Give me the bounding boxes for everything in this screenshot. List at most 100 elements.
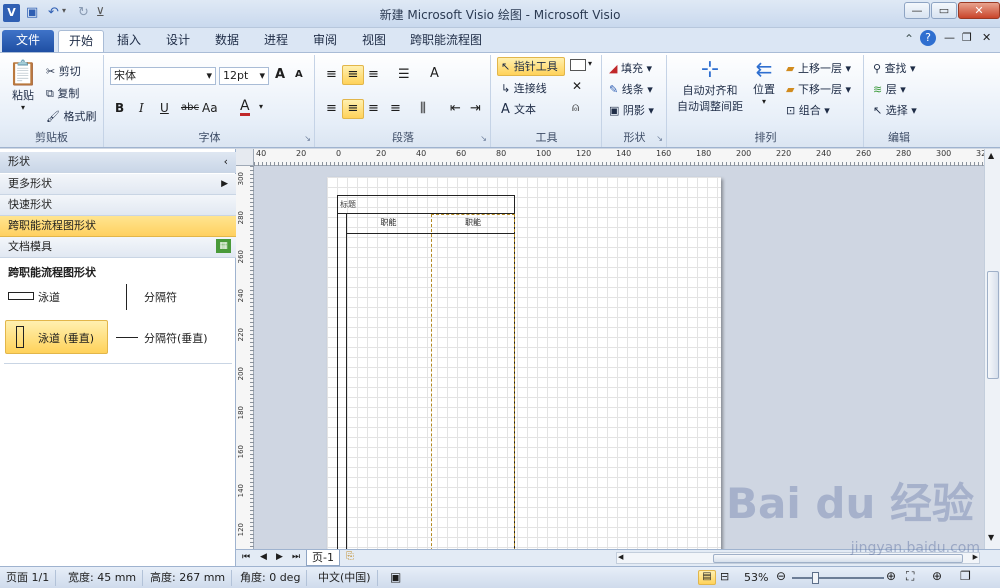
connector-button[interactable]: ↳ 连接线: [501, 80, 547, 96]
next-page-icon[interactable]: ▶: [276, 552, 283, 562]
position-button[interactable]: ⇇ 位置 ▾: [750, 57, 778, 106]
collapse-ribbon-icon[interactable]: ⌃: [904, 32, 914, 46]
change-case-button[interactable]: Aa: [202, 101, 218, 115]
zoom-slider-thumb[interactable]: [812, 572, 819, 584]
doc-close-icon[interactable]: ✕: [982, 31, 991, 44]
help-icon[interactable]: ?: [920, 30, 936, 46]
rectangle-icon[interactable]: [570, 59, 586, 71]
cross-functional-shapes-item[interactable]: 跨职能流程图形状: [0, 216, 236, 237]
scroll-up-icon[interactable]: ▲: [988, 151, 994, 160]
align-top-icon[interactable]: ≡: [326, 67, 337, 82]
font-size-combo[interactable]: 12pt ▾: [219, 67, 269, 85]
zoom-out-icon[interactable]: ⊖: [776, 569, 786, 583]
font-color-button[interactable]: A: [240, 99, 250, 116]
grow-font-icon[interactable]: A: [275, 67, 285, 82]
cross-functional-flowchart[interactable]: 标题 职能 职能: [337, 195, 515, 549]
tab-data[interactable]: 数据: [205, 30, 249, 52]
format-painter-button[interactable]: 🖌 格式刷: [46, 108, 96, 124]
switch-windows-icon[interactable]: ❐: [960, 569, 971, 583]
justify-icon[interactable]: ≡: [390, 101, 401, 116]
tab-view[interactable]: 视图: [352, 30, 396, 52]
align-middle-icon[interactable]: ≡: [342, 65, 364, 85]
fit-page-icon[interactable]: ⛶: [906, 569, 914, 584]
decrease-indent-icon[interactable]: ⇤: [450, 101, 461, 116]
tab-file[interactable]: 文件: [2, 30, 54, 52]
text-direction-icon[interactable]: A: [430, 66, 439, 81]
send-backward-button[interactable]: ▰ 下移一层 ▾: [786, 81, 851, 97]
scroll-down-icon[interactable]: ▼: [988, 533, 994, 542]
tab-design[interactable]: 设计: [156, 30, 200, 52]
status-page[interactable]: 页面 1/1: [0, 570, 57, 586]
tab-home[interactable]: 开始: [58, 30, 105, 53]
macro-record-icon[interactable]: ▣: [390, 570, 401, 584]
collapse-pane-icon[interactable]: ‹: [224, 152, 228, 172]
doc-restore-icon[interactable]: ❐: [962, 31, 972, 44]
font-name-combo[interactable]: 宋体 ▾: [110, 67, 216, 85]
connection-point-icon[interactable]: ⍝: [572, 100, 579, 115]
minimize-button[interactable]: —: [904, 2, 930, 19]
insert-page-icon[interactable]: ⎘: [346, 551, 354, 562]
flowchart-title[interactable]: 标题: [338, 196, 514, 214]
maximize-button[interactable]: ▭: [931, 2, 957, 19]
bullets-icon[interactable]: ☰: [398, 67, 410, 82]
font-color-dropdown-icon[interactable]: ▾: [259, 102, 263, 111]
pan-zoom-icon[interactable]: ⊕: [932, 569, 942, 583]
select-button[interactable]: ↖ 选择 ▾: [873, 102, 917, 118]
strikethrough-button[interactable]: abc: [181, 102, 199, 113]
paste-button[interactable]: 📋 粘贴 ▾: [8, 59, 38, 112]
last-page-icon[interactable]: ⏭: [292, 552, 300, 562]
align-bottom-icon[interactable]: ≡: [368, 67, 379, 82]
doc-minimize-icon[interactable]: —: [944, 31, 955, 44]
bold-button[interactable]: B: [115, 101, 124, 115]
align-right-icon[interactable]: ≡: [368, 101, 379, 116]
scroll-thumb[interactable]: [987, 271, 999, 379]
tab-process[interactable]: 进程: [254, 30, 298, 52]
drawing-page[interactable]: 标题 职能 职能: [327, 177, 721, 549]
quick-shapes-item[interactable]: 快速形状: [0, 195, 236, 216]
shrink-font-icon[interactable]: A: [295, 69, 303, 80]
cut-button[interactable]: ✂ 剪切: [46, 63, 81, 79]
align-left-icon[interactable]: ≡: [326, 101, 337, 116]
text-tool-button[interactable]: A 文本: [501, 101, 536, 117]
pointer-tool-button[interactable]: ↖ 指针工具: [497, 57, 565, 76]
page-view-icon[interactable]: ▤: [698, 570, 716, 585]
line-button[interactable]: ✎ 线条 ▾: [609, 81, 653, 97]
status-angle[interactable]: 角度: 0 deg: [234, 570, 308, 586]
underline-button[interactable]: U: [160, 101, 169, 115]
align-center-icon[interactable]: ≡: [342, 99, 364, 119]
more-shapes-item[interactable]: 更多形状 ▶: [0, 174, 236, 195]
zoom-in-icon[interactable]: ⊕: [886, 569, 896, 583]
shape-dropdown-icon[interactable]: ▾: [588, 59, 592, 68]
status-width[interactable]: 宽度: 45 mm: [62, 570, 144, 586]
page-tab-1[interactable]: 页-1: [306, 550, 340, 566]
close-x-icon[interactable]: ✕: [572, 79, 582, 93]
separator-shape[interactable]: 分隔符: [120, 284, 230, 310]
zoom-slider[interactable]: [792, 577, 884, 579]
tab-review[interactable]: 审阅: [303, 30, 347, 52]
close-button[interactable]: ✕: [958, 2, 1000, 19]
vertical-separator-shape[interactable]: 分隔符(垂直): [114, 330, 234, 352]
group-button[interactable]: ⊡ 组合 ▾: [786, 102, 830, 118]
scroll-left-icon[interactable]: ◀: [618, 553, 623, 561]
increase-indent-icon[interactable]: ⇥: [470, 101, 481, 116]
vertical-ruler[interactable]: 300 280 260 240 220 200 180 160 140 120: [236, 166, 254, 549]
vertical-scrollbar[interactable]: ▲ ▼: [984, 149, 1000, 549]
copy-button[interactable]: ⧉ 复制: [46, 85, 79, 101]
tab-cross-functional[interactable]: 跨职能流程图: [400, 30, 492, 52]
fullscreen-icon[interactable]: ⊟: [720, 570, 729, 583]
status-language[interactable]: 中文(中国): [312, 570, 378, 586]
lane-header-2[interactable]: 职能: [431, 214, 515, 234]
horizontal-ruler[interactable]: 40 20 0 20 40 60 80 100 120 140 160 180 200 220 240 260…: [254, 149, 991, 166]
fill-button[interactable]: ◢ 填充 ▾: [609, 60, 652, 76]
vertical-swimlane-shape[interactable]: 泳道 (垂直): [5, 320, 108, 354]
find-button[interactable]: ⚲ 查找 ▾: [873, 60, 916, 76]
document-stencil-item[interactable]: 文档模具 ▦: [0, 237, 236, 258]
bring-forward-button[interactable]: ▰ 上移一层 ▾: [786, 60, 851, 76]
first-page-icon[interactable]: ⏮: [242, 552, 250, 562]
zoom-level[interactable]: 53%: [744, 571, 768, 584]
previous-page-icon[interactable]: ◀: [260, 552, 267, 562]
distribute-icon[interactable]: ⫼: [420, 101, 426, 116]
dialog-launcher-icon[interactable]: ↘: [480, 134, 487, 143]
italic-button[interactable]: I: [139, 101, 144, 115]
tab-insert[interactable]: 插入: [107, 30, 151, 52]
